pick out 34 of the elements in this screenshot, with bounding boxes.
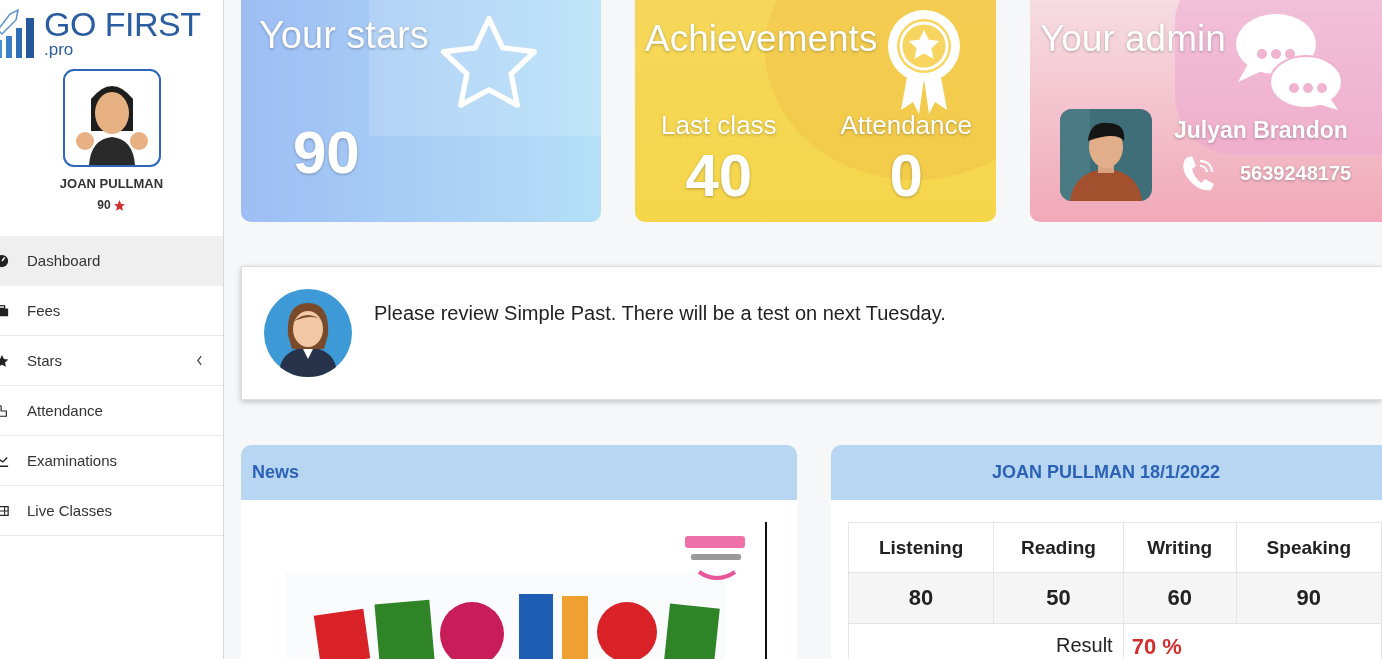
star-count: 90: [97, 198, 111, 212]
star-icon: [112, 198, 126, 212]
score-cell: 50: [993, 572, 1124, 624]
menu-item[interactable]: Stars: [0, 336, 223, 386]
admin-name: Julyan Brandon: [1174, 117, 1349, 144]
card-title: Your stars: [259, 14, 429, 57]
phone-icon: [1180, 154, 1216, 192]
menu-item[interactable]: Fees: [0, 286, 223, 336]
menu-item[interactable]: Live Classes: [0, 486, 223, 536]
score-cell: 80: [848, 572, 994, 624]
chat-bubbles-icon: [1233, 12, 1344, 112]
panel-header: News: [241, 445, 797, 500]
menu-item[interactable]: Examinations: [0, 436, 223, 486]
menu-item[interactable]: Dashboard: [0, 236, 223, 286]
stat-value: 0: [889, 141, 923, 210]
stat-label: Attendance: [840, 110, 972, 141]
column-header: Reading: [993, 522, 1124, 573]
logo-name: GO FIRST: [44, 7, 201, 41]
score-cell: 60: [1123, 572, 1237, 624]
logo-suffix: .pro: [44, 41, 75, 58]
card-title: Achievements: [645, 18, 878, 60]
notice-text: Please review Simple Past. There will be a test on next Tuesday.: [374, 301, 946, 325]
panel-header: JOAN PULLMAN 18/1/2022: [831, 445, 1382, 500]
column-header: Listening: [848, 522, 994, 573]
student-name: JOAN PULLMAN: [59, 176, 164, 191]
result-label: Result: [848, 623, 1124, 659]
phone-number: 5639248175: [1240, 161, 1352, 185]
stat-label: Last class: [661, 110, 777, 141]
menu-item[interactable]: Attendance: [0, 386, 223, 436]
score-cell: 90: [1236, 572, 1382, 624]
stat-value: 40: [685, 141, 753, 210]
column-header: Speaking: [1236, 522, 1382, 573]
column-header: Writing: [1123, 522, 1237, 573]
stars-value: 90: [293, 118, 361, 187]
